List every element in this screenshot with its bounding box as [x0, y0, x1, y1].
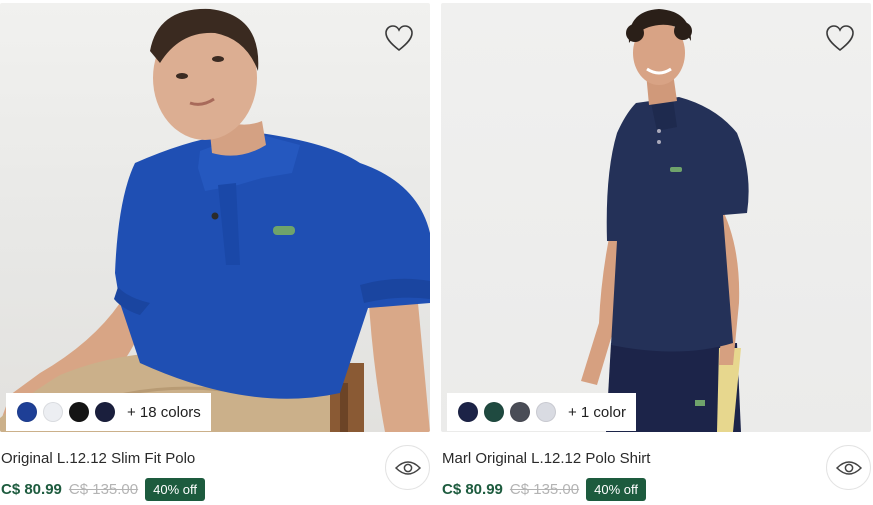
product-name[interactable]: Original L.12.12 Slim Fit Polo: [1, 450, 195, 467]
quick-view-button[interactable]: [385, 445, 430, 490]
more-colors-link[interactable]: + 1 color: [568, 404, 626, 421]
color-swatch[interactable]: [458, 402, 478, 422]
sale-price: C$ 80.99: [1, 480, 62, 498]
discount-badge: 40% off: [586, 477, 646, 501]
color-swatch[interactable]: [484, 402, 504, 422]
quick-view-button[interactable]: [826, 445, 871, 490]
product-card: + 1 color Marl Original L.12.12 Polo Shi…: [441, 0, 871, 505]
price-row: C$ 80.99 C$ 135.00 40% off: [442, 476, 646, 502]
product-photo: [581, 9, 749, 432]
price-row: C$ 80.99 C$ 135.00 40% off: [1, 476, 205, 502]
color-swatch[interactable]: [17, 402, 37, 422]
color-swatch[interactable]: [536, 402, 556, 422]
sale-price: C$ 80.99: [442, 480, 503, 498]
heart-outline-icon: [826, 25, 854, 52]
eye-icon: [394, 460, 421, 475]
color-swatches: + 18 colors: [6, 393, 211, 431]
color-swatch[interactable]: [69, 402, 89, 422]
color-swatch[interactable]: [43, 402, 63, 422]
product-grid: + 18 colors Original L.12.12 Slim Fit Po…: [0, 0, 873, 505]
discount-badge: 40% off: [145, 477, 205, 501]
product-name[interactable]: Marl Original L.12.12 Polo Shirt: [442, 450, 650, 467]
color-swatch[interactable]: [510, 402, 530, 422]
heart-outline-icon: [385, 25, 413, 52]
color-swatches: + 1 color: [447, 393, 636, 431]
color-swatch[interactable]: [95, 402, 115, 422]
wishlist-button[interactable]: [382, 21, 416, 55]
original-price: C$ 135.00: [509, 480, 580, 498]
product-photo: [0, 8, 430, 432]
original-price: C$ 135.00: [68, 480, 139, 498]
wishlist-button[interactable]: [823, 21, 857, 55]
product-card: + 18 colors Original L.12.12 Slim Fit Po…: [0, 0, 430, 505]
product-image[interactable]: + 1 color: [441, 3, 871, 432]
product-image[interactable]: + 18 colors: [0, 3, 430, 432]
eye-icon: [835, 460, 862, 475]
more-colors-link[interactable]: + 18 colors: [127, 404, 201, 421]
